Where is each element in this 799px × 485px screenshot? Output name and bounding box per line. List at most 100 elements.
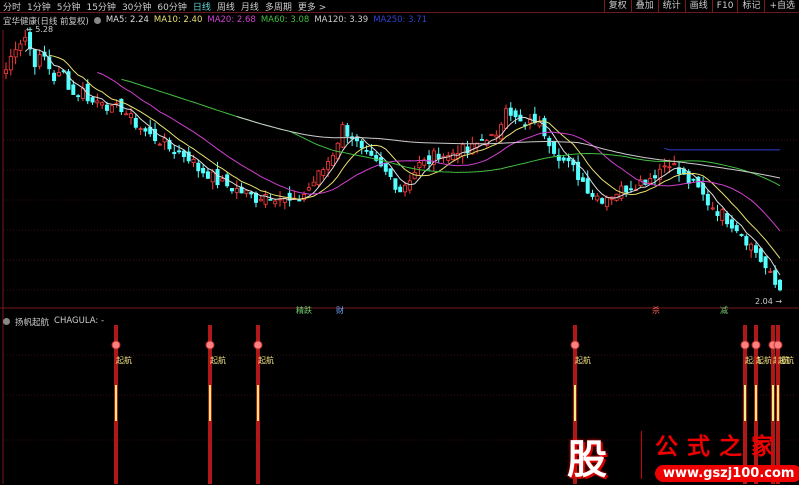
main-legend: 宜华健康(日线 前复权) MA5: 2.24 MA10: 2.40 MA20: 2.… <box>3 15 427 27</box>
candle-body <box>100 102 105 106</box>
candle-body <box>71 84 76 95</box>
event-tag: 财 <box>336 305 344 315</box>
candle-body <box>749 243 754 251</box>
candle-body <box>205 171 210 179</box>
candle-body <box>4 69 9 74</box>
candle-body <box>739 234 744 236</box>
candle-body <box>715 211 720 216</box>
candle-body <box>753 245 758 253</box>
candle-body <box>138 128 143 131</box>
candle-body <box>196 162 201 172</box>
watermark-logo: 股 公式之家 www.gszj100.com <box>555 425 799 484</box>
candle-body <box>398 186 403 193</box>
settings-icon[interactable] <box>3 318 10 325</box>
candle-body <box>124 113 129 116</box>
candle-body <box>407 180 412 191</box>
candle-body <box>52 72 57 82</box>
candle-body <box>499 123 504 140</box>
candle-body <box>585 178 590 194</box>
candle-body <box>604 197 609 208</box>
candle-body <box>508 107 513 116</box>
candle-body <box>648 178 653 184</box>
signal-label: 起航 <box>756 355 772 365</box>
candle-body <box>369 150 374 156</box>
candle-body <box>628 188 633 191</box>
candle-body <box>229 188 234 192</box>
candle-body <box>460 143 465 157</box>
candle-body <box>157 143 162 146</box>
signal-yellow <box>755 385 757 421</box>
candle-body <box>28 32 33 50</box>
candle-body <box>104 104 109 111</box>
candle-body <box>244 190 249 194</box>
candle-body <box>268 198 273 201</box>
candle-body <box>191 158 196 163</box>
signal-yellow <box>257 385 259 421</box>
candle-body <box>13 49 18 58</box>
signal-yellow <box>209 385 211 421</box>
candle-body <box>37 54 42 67</box>
signal-yellow <box>574 385 576 421</box>
candle-body <box>109 105 114 113</box>
candle-body <box>321 169 326 176</box>
candle-body <box>32 49 37 68</box>
candle-body <box>345 125 350 137</box>
candle-body <box>128 113 133 118</box>
candle-body <box>773 270 778 285</box>
candle-body <box>778 279 783 291</box>
candle-body <box>177 150 182 153</box>
candle-body <box>8 56 13 71</box>
candle-body <box>590 193 595 197</box>
candle-body <box>90 97 95 103</box>
candle-body <box>172 151 177 155</box>
settings-icon[interactable] <box>93 17 101 24</box>
signal-ball <box>205 340 215 350</box>
candle-body <box>734 225 739 232</box>
kline-chart[interactable]: ← 5.282.04 →精跌财杀减起航 起航 起航 起航 起航起航 起航起航 <box>0 0 799 484</box>
candle-body <box>725 213 730 225</box>
candle-body <box>600 198 605 204</box>
candle-body <box>234 187 239 193</box>
signal-ball <box>773 340 783 350</box>
candle-body <box>258 198 263 202</box>
signal-yellow <box>777 385 779 421</box>
candle-body <box>114 102 119 105</box>
stock-title: 宜华健康(日线 前复权) <box>3 17 89 27</box>
candle-body <box>479 139 484 141</box>
candle-body <box>624 185 629 193</box>
candle-body <box>330 154 335 166</box>
logo-url: www.gszj100.com <box>655 465 799 482</box>
candle-body <box>503 108 508 129</box>
signal-yellow <box>115 385 117 421</box>
candle-body <box>273 200 278 205</box>
candle-body <box>133 117 138 128</box>
signal-yellow <box>772 385 774 421</box>
ma-legend: MA60: 3.08 <box>260 15 310 25</box>
signal-label: 起航 <box>210 355 226 365</box>
logo-char: 股 <box>567 437 607 483</box>
candle-body <box>364 150 369 152</box>
candle-body <box>393 178 398 190</box>
event-tag: 减 <box>720 305 728 315</box>
candle-body <box>691 178 696 181</box>
candle-body <box>489 133 494 136</box>
candle-body <box>340 124 345 148</box>
event-tag: 杀 <box>652 305 660 315</box>
candle-body <box>388 168 393 177</box>
low-price-label: 2.04 → <box>755 297 782 306</box>
candle-body <box>311 181 316 187</box>
ma-legend: MA120: 3.39 <box>314 15 369 25</box>
ma-line-250 <box>664 147 780 151</box>
candle-body <box>95 100 100 104</box>
logo-name: 公式之家 <box>655 434 783 460</box>
signal-ball <box>570 340 580 350</box>
ma-legend: MA20: 2.68 <box>207 15 256 25</box>
candle-body <box>210 171 215 183</box>
candle-body <box>705 194 710 206</box>
signal-ball <box>253 340 263 350</box>
signal-label: 起航 <box>258 355 274 365</box>
signal-ball <box>740 340 750 350</box>
candle-body <box>56 72 61 77</box>
candle-body <box>18 43 23 51</box>
candle-body <box>417 162 422 169</box>
